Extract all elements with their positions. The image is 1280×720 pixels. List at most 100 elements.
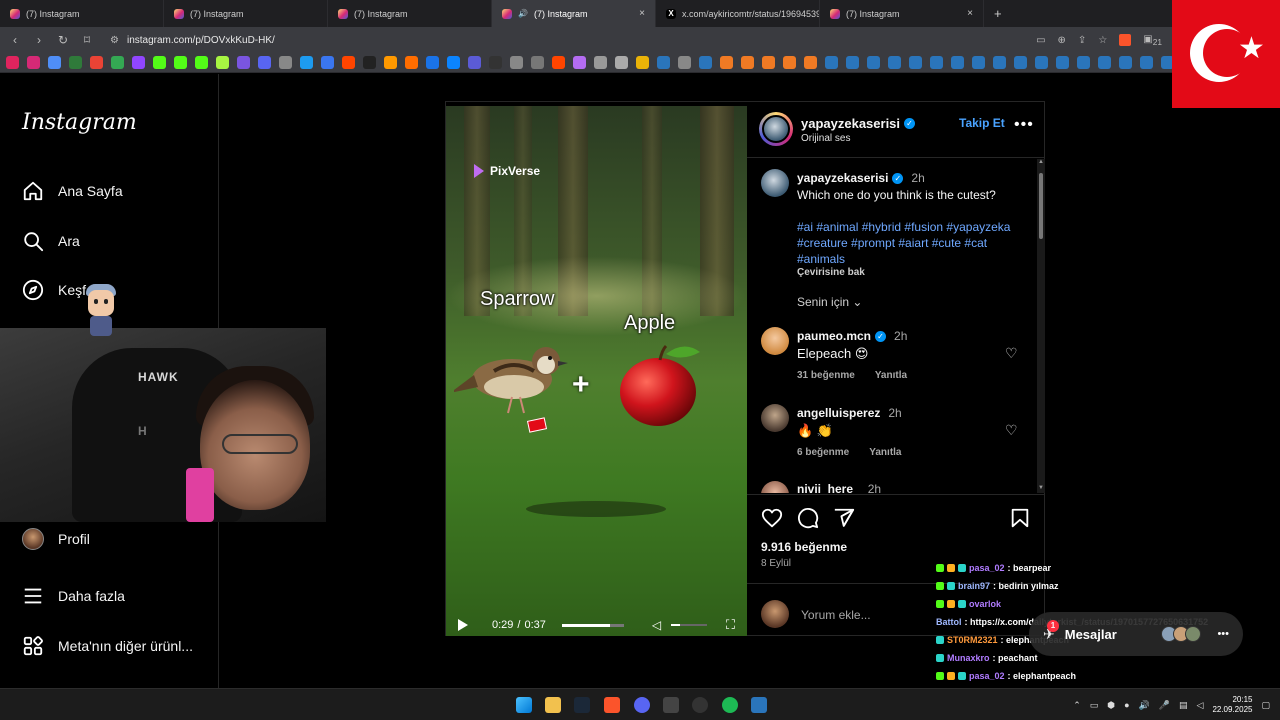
bookmark-icon[interactable] [678,56,691,69]
comment-icon[interactable] [797,507,819,529]
bookmark-icon[interactable] [741,56,754,69]
file-explorer-icon[interactable] [545,697,561,713]
extension-icon[interactable]: ▣21 [1143,34,1162,47]
app-icon[interactable] [751,697,767,713]
new-tab-button[interactable]: + [984,6,1012,21]
back-icon[interactable]: ‹ [8,33,22,47]
share-icon[interactable] [833,507,855,529]
bookmark-icon[interactable] [174,56,187,69]
save-icon[interactable] [1009,507,1031,529]
bookmark-icon[interactable]: ⌑ [80,33,94,47]
bookmark-icon[interactable] [657,56,670,69]
bookmark-icon[interactable] [321,56,334,69]
comment-username[interactable]: paumeo.mcn ✓ 2h [797,329,907,343]
brave-shield-icon[interactable] [1119,34,1132,46]
brave-icon[interactable] [604,697,620,713]
bookmark-icon[interactable] [153,56,166,69]
author-avatar[interactable] [759,112,793,146]
speaker-icon[interactable]: 🔊 [1139,700,1150,711]
bookmark-icon[interactable] [342,56,355,69]
comment-likes[interactable]: 6 beğenme [797,447,849,458]
bookmark-icon[interactable] [573,56,586,69]
volume-icon[interactable]: ◁ [652,618,661,632]
site-settings-icon[interactable]: ⚙ [110,35,119,46]
bookmark-icon[interactable] [447,56,460,69]
author-username[interactable]: yapayzekaserisi ✓ [801,116,916,131]
comment-sort-dropdown[interactable]: Senin için ⌄ [797,295,862,309]
notification-icon[interactable]: ▢ [1261,700,1270,711]
forward-icon[interactable]: › [32,33,46,47]
bookmark-icon[interactable] [951,56,964,69]
browser-tab[interactable]: (7) Instagram [164,0,328,27]
heart-icon[interactable] [761,507,783,529]
like-comment-icon[interactable]: ♡ [1005,345,1018,362]
bookmark-icon[interactable] [237,56,250,69]
bookmark-icon[interactable] [1140,56,1153,69]
bookmark-icon[interactable] [1056,56,1069,69]
spotify-icon[interactable] [722,697,738,713]
discord-icon[interactable] [634,697,650,713]
bookmark-icon[interactable] [195,56,208,69]
browser-tab[interactable]: (7) Instagram [328,0,492,27]
bookmark-icon[interactable] [1119,56,1132,69]
bookmark-icon[interactable] [48,56,61,69]
steam-tray-icon[interactable]: ● [1124,700,1129,710]
bookmark-icon[interactable] [69,56,82,69]
audio-label[interactable]: Orijinal ses [801,133,850,144]
bookmark-icon[interactable] [762,56,775,69]
bookmark-icon[interactable] [552,56,565,69]
video-progress-bar[interactable] [561,623,624,627]
bookmark-icon[interactable] [930,56,943,69]
bookmark-icon[interactable] [615,56,628,69]
bookmark-icon[interactable] [909,56,922,69]
browser-tab[interactable]: (7) Instagram × [820,0,984,27]
reload-icon[interactable]: ↻ [56,33,70,47]
bookmark-icon[interactable] [510,56,523,69]
shield-icon[interactable]: ⬢ [1107,700,1115,711]
bookmark-icon[interactable] [594,56,607,69]
share-icon[interactable]: ⇪ [1078,35,1086,46]
bookmark-icon[interactable] [846,56,859,69]
volume-icon[interactable]: ◁ [1197,700,1204,711]
start-icon[interactable] [516,697,532,713]
steam-icon[interactable] [574,697,590,713]
bookmark-icon[interactable] [699,56,712,69]
comment-avatar[interactable] [761,481,789,493]
bookmark-icon[interactable] [468,56,481,69]
bookmark-icon[interactable] [300,56,313,69]
speaker-icon[interactable]: 🔊 [518,9,528,18]
bookmark-icon[interactable] [1014,56,1027,69]
bookmark-icon[interactable] [489,56,502,69]
comments-scrollbar[interactable]: ▲ ▼ [1037,159,1045,493]
more-options-icon[interactable]: ••• [1217,628,1229,640]
caption-avatar[interactable] [761,169,789,197]
close-tab-icon[interactable]: × [639,8,645,19]
caption-hashtags[interactable]: #ai #animal #hybrid #fusion #yapayzeka #… [797,219,1027,267]
bookmark-icon[interactable] [783,56,796,69]
comment-avatar[interactable] [761,327,789,355]
caption-username[interactable]: yapayzekaserisi ✓ 2h [797,171,925,185]
bookmark-icon[interactable] [384,56,397,69]
bookmark-icon[interactable] [972,56,985,69]
volume-slider[interactable] [671,624,708,626]
bookmark-icon[interactable] [6,56,19,69]
bookmark-icon[interactable] [258,56,271,69]
reply-button[interactable]: Yanıtla [869,447,901,458]
reply-button[interactable]: Yanıtla [875,370,907,381]
bookmark-icon[interactable] [531,56,544,69]
nav-meta-apps[interactable]: Meta'nın diğer ürünl... [22,635,193,657]
bookmark-icon[interactable] [993,56,1006,69]
star-icon[interactable]: ☆ [1098,35,1107,46]
instagram-logo[interactable]: Instagram [22,110,137,135]
bookmark-icon[interactable] [405,56,418,69]
bookmark-icon[interactable] [636,56,649,69]
app-icon[interactable] [663,697,679,713]
mic-icon[interactable]: 🎤 [1159,700,1170,711]
nav-search[interactable]: Ara [22,230,80,252]
see-translation-link[interactable]: Çevirisine bak [797,267,865,278]
bookmark-icon[interactable] [111,56,124,69]
nav-profile[interactable]: Profil [22,528,90,550]
bookmark-icon[interactable] [804,56,817,69]
zoom-icon[interactable]: ⊕ [1058,35,1066,46]
bookmark-icon[interactable] [90,56,103,69]
